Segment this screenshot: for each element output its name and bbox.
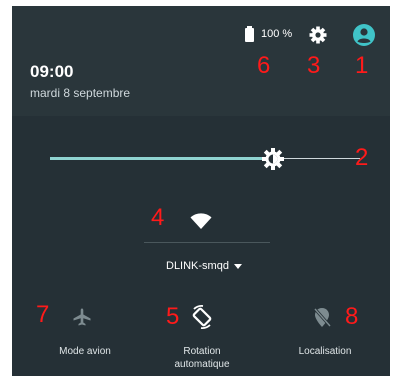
airplane-mode-label: Mode avion (59, 346, 111, 357)
rotation-icon[interactable] (189, 304, 215, 335)
callout-5: 5 (166, 303, 180, 330)
auto-rotation-label-line2: automatique (174, 359, 230, 370)
auto-rotation-label-line1: Rotation (183, 346, 221, 357)
brightness-icon[interactable] (260, 146, 286, 177)
brightness-slider-track[interactable] (284, 158, 360, 159)
callout-3: 3 (307, 52, 321, 79)
callout-2: 2 (355, 144, 369, 171)
clock-date: mardi 8 septembre (30, 86, 131, 100)
brightness-slider-fill[interactable] (50, 157, 263, 160)
quick-settings-panel: 09:00 mardi 8 septembre 100 % DLINK-smqd… (12, 6, 390, 376)
battery-percent: 100 % (261, 28, 293, 40)
account-icon[interactable] (352, 23, 376, 52)
wifi-network-label[interactable]: DLINK-smqd (166, 260, 229, 272)
wifi-icon[interactable] (190, 212, 212, 235)
callout-6: 6 (257, 52, 271, 79)
callout-1: 1 (355, 52, 369, 79)
callout-8: 8 (345, 303, 359, 330)
battery-icon (245, 26, 254, 42)
location-label: Localisation (298, 346, 352, 357)
callout-7: 7 (36, 301, 50, 328)
clock-time: 09:00 (30, 62, 74, 81)
auto-rotation-label: Rotation automatique (158, 345, 246, 371)
gear-icon[interactable] (308, 25, 328, 50)
airplane-icon[interactable] (72, 307, 92, 332)
location-off-icon[interactable] (312, 307, 332, 334)
wifi-divider (144, 242, 270, 243)
status-header: 09:00 mardi 8 septembre 100 % (12, 6, 390, 116)
callout-4: 4 (151, 204, 165, 231)
chevron-down-icon[interactable] (234, 264, 242, 269)
